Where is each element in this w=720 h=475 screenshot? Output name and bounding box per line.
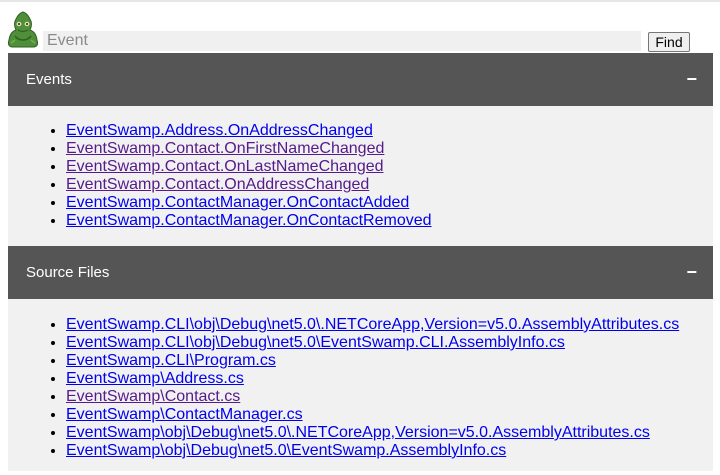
search-input[interactable] (43, 31, 641, 51)
source-file-link[interactable]: EventSwamp\obj\Debug\net5.0\EventSwamp.A… (66, 442, 506, 459)
collapse-icon[interactable]: − (686, 246, 697, 299)
event-link[interactable]: EventSwamp.Contact.OnFirstNameChanged (66, 140, 384, 157)
source-files-section-title: Source Files (26, 264, 110, 281)
list-item: EventSwamp.Address.OnAddressChanged (66, 122, 713, 140)
list-item: EventSwamp\Contact.cs (66, 388, 713, 406)
source-files-section-body: EventSwamp.CLI\obj\Debug\net5.0\.NETCore… (8, 299, 713, 471)
events-list: EventSwamp.Address.OnAddressChanged Even… (8, 106, 713, 230)
source-file-link[interactable]: EventSwamp\Address.cs (66, 370, 244, 387)
source-file-link[interactable]: EventSwamp\obj\Debug\net5.0\.NETCoreApp,… (66, 424, 650, 441)
source-file-link[interactable]: EventSwamp.CLI\Program.cs (66, 352, 276, 369)
events-section-body: EventSwamp.Address.OnAddressChanged Even… (8, 106, 713, 246)
list-item: EventSwamp.Contact.OnLastNameChanged (66, 158, 713, 176)
list-item: EventSwamp.ContactManager.OnContactRemov… (66, 212, 713, 230)
list-item: EventSwamp.CLI\obj\Debug\net5.0\.NETCore… (66, 316, 713, 334)
list-item: EventSwamp\obj\Debug\net5.0\EventSwamp.A… (66, 442, 713, 460)
list-item: EventSwamp.Contact.OnFirstNameChanged (66, 140, 713, 158)
event-link[interactable]: EventSwamp.Contact.OnAddressChanged (66, 176, 369, 193)
top-border (0, 0, 720, 2)
list-item: EventSwamp.CLI\Program.cs (66, 352, 713, 370)
event-link[interactable]: EventSwamp.Address.OnAddressChanged (66, 122, 373, 139)
list-item: EventSwamp\Address.cs (66, 370, 713, 388)
source-file-link[interactable]: EventSwamp.CLI\obj\Debug\net5.0\.NETCore… (66, 316, 679, 333)
event-link[interactable]: EventSwamp.Contact.OnLastNameChanged (66, 158, 384, 175)
events-section-header[interactable]: Events − (8, 53, 713, 106)
swamp-monster-logo-icon (7, 11, 39, 48)
source-files-section-header[interactable]: Source Files − (8, 246, 713, 299)
source-files-list: EventSwamp.CLI\obj\Debug\net5.0\.NETCore… (8, 299, 713, 460)
source-file-link[interactable]: EventSwamp\Contact.cs (66, 388, 240, 405)
list-item: EventSwamp\obj\Debug\net5.0\.NETCoreApp,… (66, 424, 713, 442)
source-file-link[interactable]: EventSwamp.CLI\obj\Debug\net5.0\EventSwa… (66, 334, 565, 351)
source-file-link[interactable]: EventSwamp\ContactManager.cs (66, 406, 303, 423)
event-link[interactable]: EventSwamp.ContactManager.OnContactRemov… (66, 212, 432, 229)
find-button[interactable]: Find (648, 32, 690, 52)
list-item: EventSwamp.CLI\obj\Debug\net5.0\EventSwa… (66, 334, 713, 352)
collapse-icon[interactable]: − (686, 53, 697, 106)
list-item: EventSwamp\ContactManager.cs (66, 406, 713, 424)
list-item: EventSwamp.ContactManager.OnContactAdded (66, 194, 713, 212)
event-link[interactable]: EventSwamp.ContactManager.OnContactAdded (66, 194, 409, 211)
list-item: EventSwamp.Contact.OnAddressChanged (66, 176, 713, 194)
events-section-title: Events (26, 71, 72, 88)
